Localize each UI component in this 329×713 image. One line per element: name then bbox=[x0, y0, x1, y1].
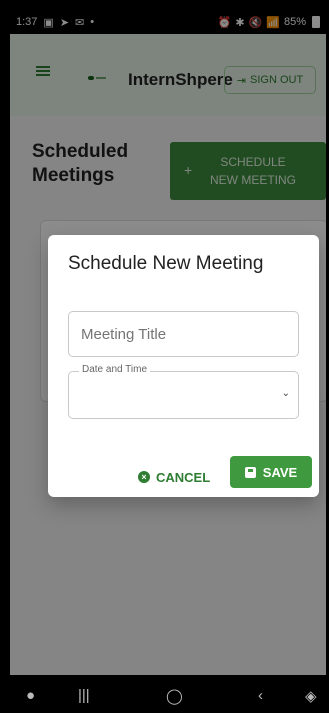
cancel-button[interactable]: × CANCEL bbox=[138, 462, 210, 492]
back-icon[interactable]: ‹ bbox=[258, 687, 263, 704]
accessibility-icon[interactable]: ◈ bbox=[305, 687, 317, 705]
schedule-meeting-dialog: Schedule New Meeting Date and Time ⌄ × C… bbox=[48, 235, 319, 497]
save-label: SAVE bbox=[262, 464, 298, 480]
cancel-icon: × bbox=[138, 471, 150, 483]
home-icon[interactable]: ◯ bbox=[166, 687, 183, 705]
date-time-select[interactable]: Date and Time ⌄ bbox=[68, 364, 299, 419]
app-drawer-icon[interactable]: ● bbox=[26, 687, 35, 704]
dialog-title: Schedule New Meeting bbox=[68, 253, 264, 274]
save-icon bbox=[244, 466, 256, 478]
date-time-label: Date and Time bbox=[79, 364, 151, 375]
save-button[interactable]: SAVE bbox=[230, 456, 312, 488]
recent-apps-icon[interactable]: ||| bbox=[78, 687, 90, 704]
android-nav-bar: ● ||| ◯ ‹ ◈ bbox=[0, 675, 329, 713]
meeting-title-input[interactable] bbox=[69, 312, 298, 356]
phone-screen: 1:37 ▣ ➤ ✉ • ⏰ ✱ 🔇 📶 85% InternShpere ⇥ … bbox=[10, 10, 326, 675]
cancel-label: CANCEL bbox=[156, 469, 211, 485]
chevron-down-icon: ⌄ bbox=[281, 388, 290, 399]
meeting-title-field[interactable] bbox=[68, 311, 299, 357]
